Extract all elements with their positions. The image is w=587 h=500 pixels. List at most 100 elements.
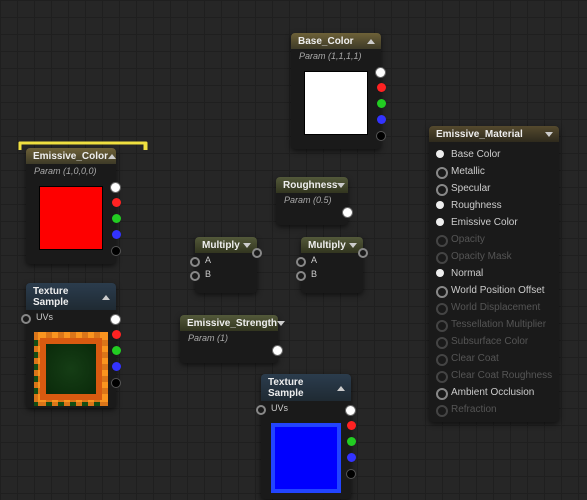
material-input-subsurface-color: Subsurface Color — [429, 333, 559, 350]
output-pin-a[interactable] — [376, 131, 386, 141]
input-pin-b[interactable] — [190, 271, 200, 281]
collapse-arrow-icon[interactable] — [108, 154, 116, 159]
output-pin-rgba[interactable] — [345, 405, 356, 416]
output-pin-rgba[interactable] — [375, 67, 386, 78]
node-subtitle: Param (0.5) — [276, 193, 348, 207]
material-input-world-position-offset[interactable]: World Position Offset — [429, 282, 559, 299]
output-pin[interactable] — [358, 248, 368, 258]
node-texture-sample-2[interactable]: Texture Sample UVs — [261, 374, 351, 499]
material-input-normal[interactable]: Normal — [429, 265, 559, 282]
material-input-label: Opacity — [451, 234, 485, 245]
material-pin-icon[interactable] — [436, 269, 444, 277]
material-input-tessellation-multiplier: Tessellation Multiplier — [429, 316, 559, 333]
output-pin-b[interactable] — [347, 453, 356, 462]
collapse-arrow-icon[interactable] — [243, 243, 251, 248]
node-title: Emissive_Material — [436, 129, 523, 140]
output-pin-b[interactable] — [377, 115, 386, 124]
input-pin-a[interactable] — [296, 257, 306, 267]
input-pin-a[interactable] — [190, 257, 200, 267]
material-pin-icon — [436, 354, 448, 366]
output-pin-r[interactable] — [377, 83, 386, 92]
node-header[interactable]: Emissive_Strength — [180, 315, 278, 331]
material-pin-icon — [436, 303, 448, 315]
output-pin[interactable] — [272, 345, 283, 356]
node-multiply-2[interactable]: Multiply A B — [301, 237, 363, 293]
color-swatch — [39, 186, 103, 250]
output-pin-g[interactable] — [112, 214, 121, 223]
material-input-emissive-color[interactable]: Emissive Color — [429, 214, 559, 231]
material-pin-icon — [436, 320, 448, 332]
material-graph-viewport[interactable]: { "nodes": { "base_color": { "title":"Ba… — [0, 0, 587, 500]
material-input-label: Clear Coat — [451, 353, 499, 364]
collapse-arrow-icon[interactable] — [277, 321, 285, 326]
node-texture-sample-1[interactable]: Texture Sample UVs — [26, 283, 116, 408]
material-pin-icon[interactable] — [436, 184, 448, 196]
material-pin-icon — [436, 235, 448, 247]
node-header[interactable]: Multiply — [301, 237, 363, 253]
material-input-specular[interactable]: Specular — [429, 180, 559, 197]
output-pin-r[interactable] — [112, 330, 121, 339]
collapse-arrow-icon[interactable] — [545, 132, 553, 137]
input-pin-uvs[interactable] — [256, 405, 266, 415]
material-pin-icon — [436, 371, 448, 383]
node-title: Roughness — [283, 180, 337, 191]
node-header[interactable]: Roughness — [276, 177, 348, 193]
node-roughness[interactable]: Roughness Param (0.5) — [276, 177, 348, 225]
collapse-arrow-icon[interactable] — [337, 386, 345, 391]
collapse-arrow-icon[interactable] — [102, 295, 110, 300]
material-input-clear-coat-roughness: Clear Coat Roughness — [429, 367, 559, 384]
node-header[interactable]: Texture Sample — [26, 283, 116, 310]
node-material-output[interactable]: Emissive_Material Base ColorMetallicSpec… — [429, 126, 559, 422]
pin-label-uvs: UVs — [271, 403, 288, 413]
input-pin-b[interactable] — [296, 271, 306, 281]
material-pin-icon — [436, 405, 448, 417]
node-emissive-color[interactable]: Emissive_Color Param (1,0,0,0) — [26, 148, 116, 264]
node-multiply-1[interactable]: Multiply A B — [195, 237, 257, 293]
output-pin-g[interactable] — [112, 346, 121, 355]
output-pin-g[interactable] — [377, 99, 386, 108]
node-title: Emissive_Strength — [187, 318, 277, 329]
output-pin-rgba[interactable] — [110, 182, 121, 193]
material-pin-icon[interactable] — [436, 388, 448, 400]
material-pin-icon[interactable] — [436, 150, 444, 158]
node-base-color[interactable]: Base_Color Param (1,1,1,1) — [291, 33, 381, 149]
node-title: Texture Sample — [33, 286, 102, 308]
output-pin[interactable] — [342, 207, 353, 218]
output-pin-rgba[interactable] — [110, 314, 121, 325]
color-swatch — [304, 71, 368, 135]
output-pin-r[interactable] — [112, 198, 121, 207]
node-header[interactable]: Emissive_Color — [26, 148, 116, 164]
output-pin-b[interactable] — [112, 362, 121, 371]
material-input-label: Clear Coat Roughness — [451, 370, 552, 381]
material-input-label: Tessellation Multiplier — [451, 319, 546, 330]
output-pin-g[interactable] — [347, 437, 356, 446]
output-pin-r[interactable] — [347, 421, 356, 430]
material-input-base-color[interactable]: Base Color — [429, 146, 559, 163]
material-input-label: World Position Offset — [451, 285, 545, 296]
node-header[interactable]: Texture Sample — [261, 374, 351, 401]
output-pin-a[interactable] — [111, 246, 121, 256]
material-input-metallic[interactable]: Metallic — [429, 163, 559, 180]
material-input-roughness[interactable]: Roughness — [429, 197, 559, 214]
material-input-label: Opacity Mask — [451, 251, 512, 262]
material-input-world-displacement: World Displacement — [429, 299, 559, 316]
node-emissive-strength[interactable]: Emissive_Strength Param (1) — [180, 315, 278, 363]
node-header[interactable]: Emissive_Material — [429, 126, 559, 142]
output-pin-b[interactable] — [112, 230, 121, 239]
collapse-arrow-icon[interactable] — [337, 183, 345, 188]
collapse-arrow-icon[interactable] — [367, 39, 375, 44]
output-pin[interactable] — [252, 248, 262, 258]
material-pin-icon[interactable] — [436, 167, 448, 179]
output-pin-a[interactable] — [111, 378, 121, 388]
output-pin-a[interactable] — [346, 469, 356, 479]
material-pin-icon[interactable] — [436, 218, 444, 226]
node-subtitle: Param (1,0,0,0) — [26, 164, 116, 178]
input-pin-uvs[interactable] — [21, 314, 31, 324]
node-header[interactable]: Base_Color — [291, 33, 381, 49]
material-pin-icon[interactable] — [436, 286, 448, 298]
material-input-ambient-occlusion[interactable]: Ambient Occlusion — [429, 384, 559, 401]
material-pin-icon[interactable] — [436, 201, 444, 209]
node-header[interactable]: Multiply — [195, 237, 257, 253]
node-title: Base_Color — [298, 36, 354, 47]
collapse-arrow-icon[interactable] — [349, 243, 357, 248]
